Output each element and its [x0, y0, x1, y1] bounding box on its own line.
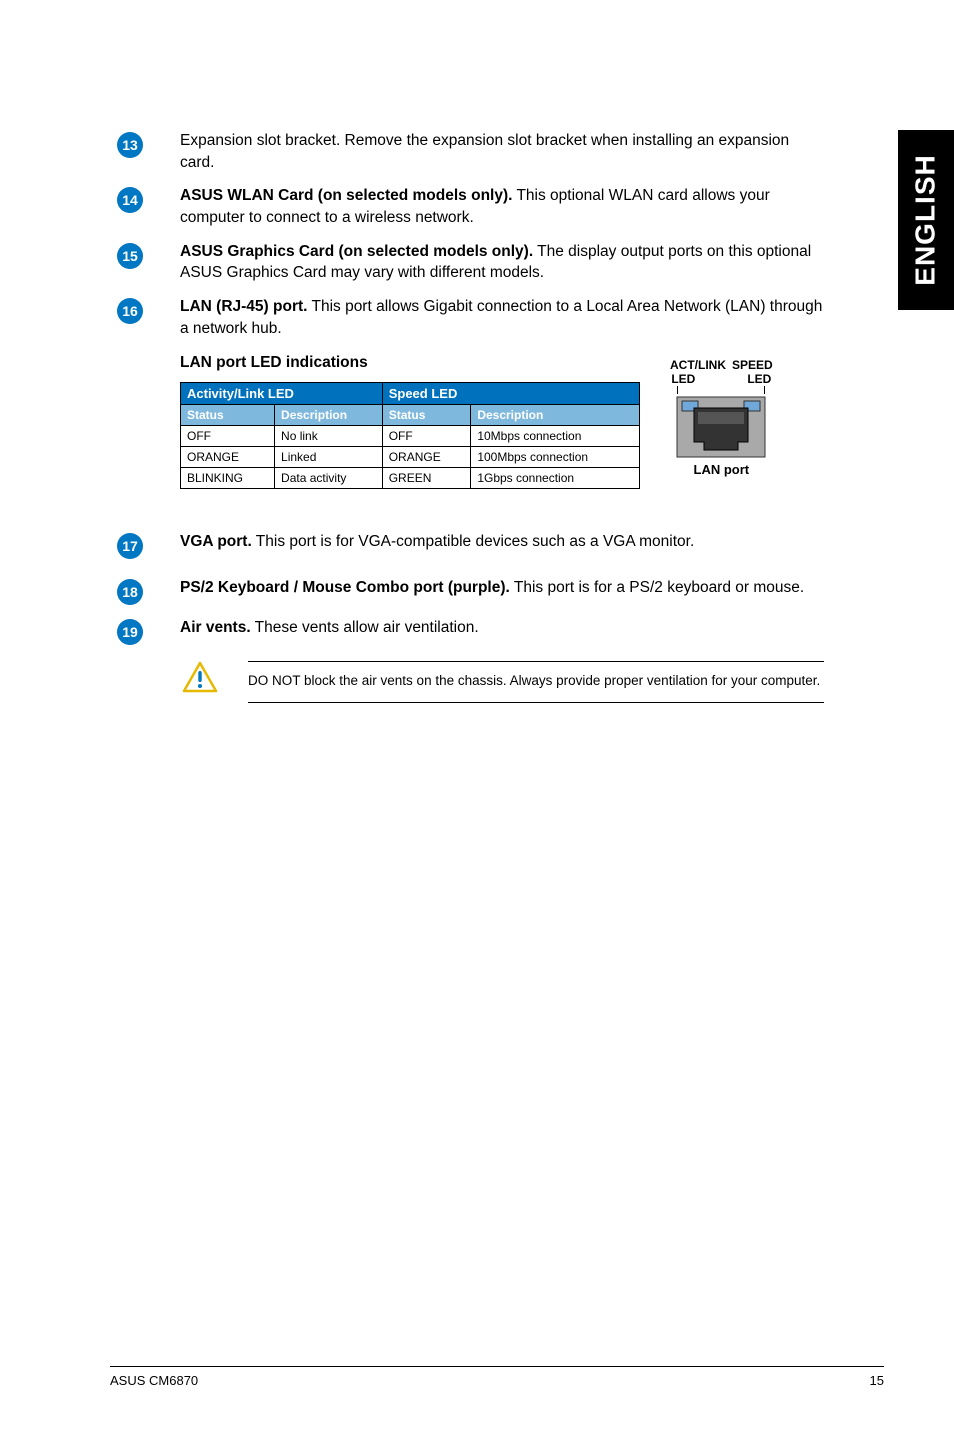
item-17-bold: VGA port. [180, 533, 252, 550]
bullet-circle-17: 17 [117, 533, 143, 559]
footer-page: 15 [870, 1373, 884, 1388]
item-14-text: ASUS WLAN Card (on selected models only)… [180, 185, 884, 228]
tick-right [764, 386, 765, 394]
caution-icon [180, 661, 220, 693]
bullet-18: 18 [110, 577, 150, 605]
item-18: 18 PS/2 Keyboard / Mouse Combo port (pur… [110, 577, 884, 605]
cell: No link [275, 425, 383, 446]
cell: OFF [181, 425, 275, 446]
item-18-bold: PS/2 Keyboard / Mouse Combo port (purple… [180, 579, 510, 596]
table-subheader-row: Status Description Status Description [181, 404, 640, 425]
lan-port-diagram: ACT/LINK SPEED LED LED [670, 358, 773, 477]
bullet-16: 16 [110, 296, 150, 324]
page-content: 13 Expansion slot bracket. Remove the ex… [0, 0, 954, 703]
led-section: LAN port LED indications Activity/Link L… [180, 354, 884, 501]
item-18-text: PS/2 Keyboard / Mouse Combo port (purple… [180, 577, 884, 599]
led-label-left: LED [671, 372, 695, 386]
item-17: 17 VGA port. This port is for VGA-compat… [110, 531, 884, 559]
item-13: 13 Expansion slot bracket. Remove the ex… [110, 130, 884, 173]
bullet-15: 15 [110, 241, 150, 269]
item-14: 14 ASUS WLAN Card (on selected models on… [110, 185, 884, 228]
sub-desc-2: Description [471, 404, 640, 425]
cell: GREEN [382, 467, 471, 488]
table-row: BLINKING Data activity GREEN 1Gbps conne… [181, 467, 640, 488]
footer-model: ASUS CM6870 [110, 1373, 198, 1388]
tick-row [677, 386, 765, 394]
diagram-top-labels: ACT/LINK SPEED [670, 358, 773, 372]
language-tab: ENGLISH [898, 130, 954, 310]
item-16-text: LAN (RJ-45) port. This port allows Gigab… [180, 296, 884, 339]
led-table: Activity/Link LED Speed LED Status Descr… [180, 382, 640, 489]
led-heading: LAN port LED indications [180, 354, 884, 372]
bullet-circle-18: 18 [117, 579, 143, 605]
bullet-circle-13: 13 [117, 132, 143, 158]
item-16: 16 LAN (RJ-45) port. This port allows Gi… [110, 296, 884, 339]
bullet-17: 17 [110, 531, 150, 559]
cell: ORANGE [382, 446, 471, 467]
item-17-rest: This port is for VGA-compatible devices … [252, 533, 695, 550]
cell: OFF [382, 425, 471, 446]
item-19-bold: Air vents. [180, 619, 251, 636]
item-15-bold: ASUS Graphics Card (on selected models o… [180, 243, 533, 260]
item-15-text: ASUS Graphics Card (on selected models o… [180, 241, 884, 284]
item-14-bold: ASUS WLAN Card (on selected models only)… [180, 187, 512, 204]
col-activity: Activity/Link LED [181, 382, 383, 404]
caution-text: DO NOT block the air vents on the chassi… [248, 661, 824, 703]
col-speed: Speed LED [382, 382, 639, 404]
item-18-rest: This port is for a PS/2 keyboard or mous… [510, 579, 804, 596]
cell: 1Gbps connection [471, 467, 640, 488]
table-row: ORANGE Linked ORANGE 100Mbps connection [181, 446, 640, 467]
table-row: OFF No link OFF 10Mbps connection [181, 425, 640, 446]
item-16-bold: LAN (RJ-45) port. [180, 298, 307, 315]
sub-status-2: Status [382, 404, 471, 425]
cell: 100Mbps connection [471, 446, 640, 467]
item-13-text: Expansion slot bracket. Remove the expan… [180, 130, 884, 173]
speed-label: SPEED [732, 358, 773, 372]
bullet-13: 13 [110, 130, 150, 158]
diagram-bot-labels: LED LED [671, 372, 771, 386]
bullet-19: 19 [110, 617, 150, 645]
bullet-14: 14 [110, 185, 150, 213]
item-17-text: VGA port. This port is for VGA-compatibl… [180, 531, 884, 553]
bullet-circle-19: 19 [117, 619, 143, 645]
cell: 10Mbps connection [471, 425, 640, 446]
footer: ASUS CM6870 15 [110, 1366, 884, 1388]
item-19-text: Air vents. These vents allow air ventila… [180, 617, 884, 639]
language-tab-label: ENGLISH [910, 154, 942, 285]
table-header-row: Activity/Link LED Speed LED [181, 382, 640, 404]
cell: ORANGE [181, 446, 275, 467]
item-19-rest: These vents allow air ventilation. [251, 619, 479, 636]
bullet-circle-15: 15 [117, 243, 143, 269]
lan-port-caption: LAN port [670, 462, 773, 477]
cell: Data activity [275, 467, 383, 488]
cell: BLINKING [181, 467, 275, 488]
bullet-circle-14: 14 [117, 187, 143, 213]
actlink-label: ACT/LINK [670, 358, 726, 372]
sub-desc-1: Description [275, 404, 383, 425]
lan-port-icon [676, 396, 766, 458]
item-19: 19 Air vents. These vents allow air vent… [110, 617, 884, 645]
bullet-circle-16: 16 [117, 298, 143, 324]
led-label-right: LED [747, 372, 771, 386]
item-15: 15 ASUS Graphics Card (on selected model… [110, 241, 884, 284]
cell: Linked [275, 446, 383, 467]
caution-block: DO NOT block the air vents on the chassi… [180, 661, 884, 703]
tick-left [677, 386, 678, 394]
sub-status-1: Status [181, 404, 275, 425]
led-flex: Activity/Link LED Speed LED Status Descr… [180, 382, 884, 501]
